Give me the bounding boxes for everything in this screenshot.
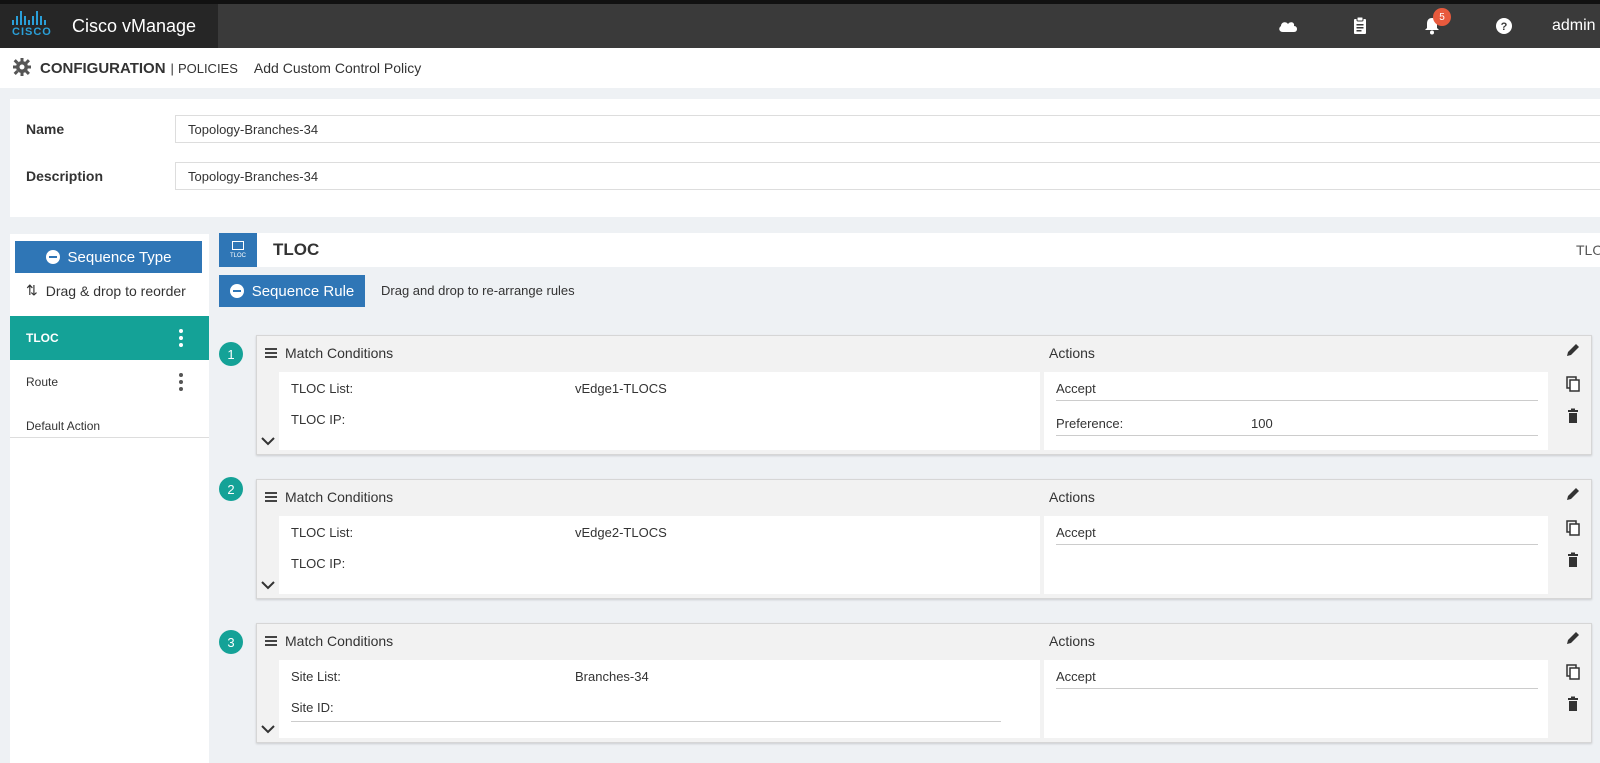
drag-hint-text: Drag & drop to reorder	[45, 282, 186, 299]
match-conditions-title: Match Conditions	[285, 345, 394, 361]
top-navigation-bar: CISCO Cisco vManage 5 ? admin	[0, 0, 1600, 48]
edit-icon[interactable]	[1565, 342, 1581, 358]
drag-handle-icon[interactable]	[265, 636, 277, 646]
actions-list: Accept Preference: 100	[1044, 372, 1548, 450]
page-title: Add Custom Control Policy	[253, 60, 422, 76]
breadcrumb-section[interactable]: CONFIGURATION	[40, 60, 166, 77]
rule-card-1[interactable]: Match Conditions Actions TLOC List: vEdg…	[256, 335, 1592, 455]
sidebar-item-label: Default Action	[26, 419, 101, 433]
brand-word: CISCO	[12, 26, 52, 38]
edit-icon[interactable]	[1565, 630, 1581, 646]
sequence-rule-label: Sequence Rule	[251, 282, 355, 300]
name-field[interactable]	[175, 115, 1600, 143]
sidebar-item-route[interactable]: Route	[10, 360, 209, 404]
actions-list: Accept	[1044, 660, 1548, 738]
description-row: Description	[10, 162, 1600, 190]
name-label: Name	[26, 121, 65, 137]
action-row: Accept	[1056, 669, 1096, 684]
trash-icon[interactable]	[1565, 552, 1581, 568]
rule-number-badge: 3	[219, 630, 243, 654]
description-label: Description	[26, 168, 104, 184]
chevron-down-icon[interactable]	[261, 722, 275, 734]
edit-icon[interactable]	[1565, 486, 1581, 502]
sequence-sidebar: Sequence Type ⇅ Drag & drop to reorder T…	[10, 234, 209, 763]
brand-area[interactable]: CISCO Cisco vManage	[0, 4, 218, 48]
sequence-type-button[interactable]: Sequence Type	[15, 241, 202, 273]
rule-tools	[1555, 480, 1591, 598]
sequence-type-indicator: TLOC	[1576, 242, 1600, 258]
sequence-title: TLOC	[273, 240, 320, 259]
trash-icon[interactable]	[1565, 696, 1581, 712]
description-field[interactable]	[175, 162, 1600, 190]
copy-icon[interactable]	[1565, 664, 1581, 680]
cloud-icon[interactable]	[1273, 11, 1303, 41]
rule-number-badge: 1	[219, 342, 243, 366]
rule-card-header: Match Conditions Actions	[257, 624, 1593, 658]
rule-card-header: Match Conditions Actions	[257, 336, 1593, 370]
rule-number-badge: 2	[219, 477, 243, 501]
copy-icon[interactable]	[1565, 376, 1581, 392]
action-row: Accept	[1056, 525, 1096, 540]
drag-handle-icon[interactable]	[265, 348, 277, 358]
sidebar-divider	[10, 437, 209, 438]
actions-list: Accept	[1044, 516, 1548, 594]
action-row: Accept	[1056, 381, 1096, 396]
help-icon[interactable]: ?	[1489, 11, 1519, 41]
action-row: Preference: 100	[1056, 416, 1273, 431]
actions-title: Actions	[1049, 633, 1095, 649]
match-conditions-list: TLOC List: vEdge2-TLOCS TLOC IP:	[279, 516, 1040, 594]
reorder-arrows-icon: ⇅	[26, 282, 38, 298]
match-conditions-list: Site List: Branches-34 Site ID:	[279, 660, 1040, 738]
kebab-menu-icon[interactable]	[179, 373, 183, 391]
sidebar-item-label: TLOC	[26, 331, 59, 345]
match-conditions-title: Match Conditions	[285, 633, 394, 649]
rule-card-2[interactable]: Match Conditions Actions TLOC List: vEdg…	[256, 479, 1592, 599]
copy-icon[interactable]	[1565, 520, 1581, 536]
minus-circle-icon	[45, 250, 60, 264]
tloc-icon: TLOC	[219, 233, 257, 267]
svg-text:?: ?	[1501, 21, 1508, 33]
rule-drag-hint: Drag and drop to re-arrange rules	[381, 283, 575, 298]
cisco-logo-icon: CISCO	[12, 11, 62, 41]
drag-handle-icon[interactable]	[265, 492, 277, 502]
drag-hint: ⇅ Drag & drop to reorder	[26, 282, 186, 299]
clipboard-icon[interactable]	[1345, 11, 1375, 41]
tloc-icon-caption: TLOC	[229, 253, 246, 259]
sequence-rule-button[interactable]: Sequence Rule	[219, 275, 365, 307]
rule-card-3[interactable]: Match Conditions Actions Site List: Bran…	[256, 623, 1592, 743]
sidebar-item-tloc[interactable]: TLOC	[10, 316, 209, 360]
rule-card-header: Match Conditions Actions	[257, 480, 1593, 514]
breadcrumb-separator: |	[170, 60, 174, 76]
user-menu[interactable]: admin	[1552, 17, 1600, 35]
breadcrumb: CONFIGURATION | POLICIES Add Custom Cont…	[0, 48, 1600, 88]
trash-icon[interactable]	[1565, 408, 1581, 424]
sidebar-item-default-action[interactable]: Default Action	[10, 404, 209, 448]
policy-form: Name Description	[10, 99, 1600, 217]
sidebar-item-label: Route	[26, 375, 59, 389]
sequence-header: TLOC TLOC TLOC	[219, 233, 1600, 267]
chevron-down-icon[interactable]	[261, 578, 275, 590]
name-row: Name	[10, 115, 1600, 143]
match-conditions-title: Match Conditions	[285, 489, 394, 505]
actions-title: Actions	[1049, 489, 1095, 505]
rule-tools	[1555, 624, 1591, 742]
chevron-down-icon[interactable]	[261, 434, 275, 446]
app-title: Cisco vManage	[72, 15, 197, 36]
notification-badge: 5	[1433, 8, 1451, 26]
sequence-type-label: Sequence Type	[67, 248, 172, 266]
bell-icon[interactable]: 5	[1417, 8, 1451, 41]
match-conditions-list: TLOC List: vEdge1-TLOCS TLOC IP:	[279, 372, 1040, 450]
minus-circle-icon	[229, 284, 244, 298]
actions-title: Actions	[1049, 345, 1095, 361]
kebab-menu-icon[interactable]	[179, 329, 183, 347]
breadcrumb-subsection[interactable]: POLICIES	[178, 61, 238, 76]
gear-icon	[12, 57, 34, 79]
rule-tools	[1555, 336, 1591, 454]
